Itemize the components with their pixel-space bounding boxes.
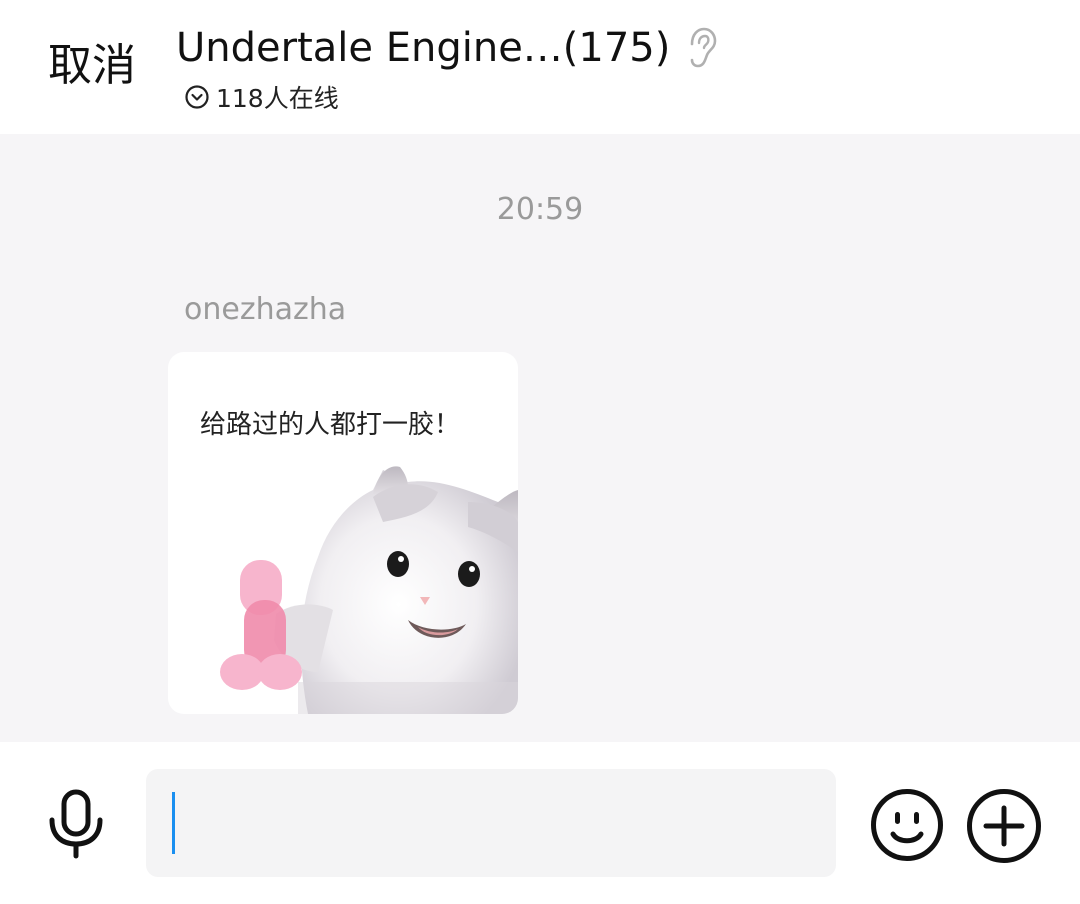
smiley-icon[interactable] — [870, 788, 944, 862]
message-input[interactable] — [146, 769, 836, 877]
chevron-down-circle-icon — [185, 85, 209, 109]
cancel-button[interactable]: 取消 — [48, 38, 136, 94]
chat-header: 取消 Undertale Engine…(175) 118人在线 — [0, 0, 1080, 134]
microphone-icon[interactable] — [44, 788, 108, 860]
message-timestamp: 20:59 — [496, 192, 584, 227]
message-list[interactable]: 20:59 onezhazha 给路过的人都打一胶！ — [0, 134, 1080, 742]
composer-bar — [0, 742, 1080, 904]
online-status[interactable]: 118人在线 — [184, 80, 339, 114]
text-caret — [172, 792, 175, 854]
ear-icon[interactable] — [684, 26, 718, 70]
sticker-caption: 给路过的人都打一胶！ — [200, 410, 461, 440]
title-row[interactable]: Undertale Engine…(175) — [176, 20, 718, 76]
sticker-message[interactable]: 给路过的人都打一胶！ — [168, 352, 518, 714]
sender-name[interactable]: onezhazha — [184, 292, 346, 327]
group-title[interactable]: Undertale Engine…(175) — [176, 20, 670, 76]
plus-circle-icon[interactable] — [966, 788, 1042, 864]
online-count: 118人在线 — [216, 84, 339, 113]
